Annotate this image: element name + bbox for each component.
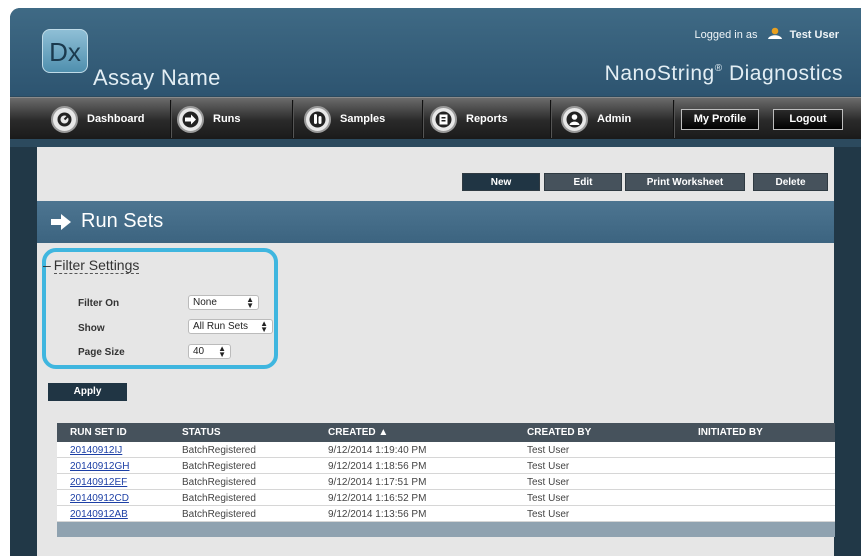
nav-divider bbox=[292, 100, 293, 138]
run-set-id-link[interactable]: 20140912AB bbox=[70, 509, 128, 520]
created-cell: 9/12/2014 1:16:52 PM bbox=[328, 493, 427, 504]
status-cell: BatchRegistered bbox=[182, 445, 256, 456]
created-cell: 9/12/2014 1:13:56 PM bbox=[328, 509, 427, 520]
collapse-icon: – bbox=[43, 257, 51, 273]
select-arrows-icon: ▲ ▼ bbox=[218, 344, 226, 359]
app-header: Dx Assay Name Logged in as Test User Nan… bbox=[10, 8, 861, 96]
show-select[interactable]: All Run Sets ▲ ▼ bbox=[188, 319, 273, 334]
table-row: 20140912IJ BatchRegistered 9/12/2014 1:1… bbox=[57, 442, 835, 458]
filter-on-select[interactable]: None ▲ ▼ bbox=[188, 295, 259, 310]
table-row: 20140912GH BatchRegistered 9/12/2014 1:1… bbox=[57, 458, 835, 474]
user-icon bbox=[767, 27, 783, 39]
created-cell: 9/12/2014 1:17:51 PM bbox=[328, 477, 427, 488]
status-cell: BatchRegistered bbox=[182, 461, 256, 472]
table-row: 20140912EF BatchRegistered 9/12/2014 1:1… bbox=[57, 474, 835, 490]
page-size-select[interactable]: 40 ▲ ▼ bbox=[188, 344, 231, 359]
nav-reports-label: Reports bbox=[466, 113, 508, 125]
nav-admin-label: Admin bbox=[597, 113, 632, 125]
main-nav: Dashboard Runs Samples Reports Admin My … bbox=[10, 97, 861, 139]
my-profile-button[interactable]: My Profile bbox=[681, 109, 759, 130]
app-window: Dx Assay Name Logged in as Test User Nan… bbox=[10, 8, 861, 556]
status-cell: BatchRegistered bbox=[182, 509, 256, 520]
right-margin bbox=[834, 147, 861, 556]
delete-button[interactable]: Delete bbox=[753, 173, 828, 191]
table-row: 20140912AB BatchRegistered 9/12/2014 1:1… bbox=[57, 506, 835, 522]
show-label: Show bbox=[78, 323, 105, 334]
dashboard-icon bbox=[51, 105, 78, 133]
status-cell: BatchRegistered bbox=[182, 493, 256, 504]
logged-in-label: Logged in as bbox=[694, 29, 758, 41]
nav-samples[interactable]: Samples bbox=[304, 105, 385, 133]
column-header-run-set-id[interactable]: RUN SET ID bbox=[70, 427, 127, 438]
main-content: New Edit Print Worksheet Delete Run Sets… bbox=[37, 147, 835, 556]
table-header: RUN SET ID STATUS CREATED ▲ CREATED BY I… bbox=[57, 423, 835, 442]
nav-samples-label: Samples bbox=[340, 113, 386, 125]
column-header-created[interactable]: CREATED ▲ bbox=[328, 427, 388, 438]
apply-button[interactable]: Apply bbox=[48, 383, 127, 401]
nav-divider bbox=[550, 100, 551, 138]
run-set-id-link[interactable]: 20140912IJ bbox=[70, 445, 122, 456]
print-worksheet-button[interactable]: Print Worksheet bbox=[625, 173, 745, 191]
column-header-status[interactable]: STATUS bbox=[182, 427, 221, 438]
nav-runs[interactable]: Runs bbox=[177, 105, 241, 133]
nav-dashboard-label: Dashboard bbox=[87, 113, 145, 125]
edit-button[interactable]: Edit bbox=[544, 173, 622, 191]
filter-settings-toggle[interactable]: – Filter Settings bbox=[43, 257, 140, 274]
run-set-id-link[interactable]: 20140912CD bbox=[70, 493, 129, 504]
nav-dashboard[interactable]: Dashboard bbox=[51, 105, 144, 133]
assay-name: Assay Name bbox=[93, 65, 221, 90]
left-margin bbox=[10, 147, 37, 556]
filter-settings-label: Filter Settings bbox=[53, 257, 140, 274]
created-by-cell: Test User bbox=[527, 493, 570, 504]
column-header-created-by[interactable]: CREATED BY bbox=[527, 427, 591, 438]
nav-divider bbox=[673, 100, 674, 138]
table-footer bbox=[57, 522, 835, 537]
created-cell: 9/12/2014 1:18:56 PM bbox=[328, 461, 427, 472]
admin-user-icon bbox=[561, 105, 588, 133]
filter-on-label: Filter On bbox=[78, 298, 120, 309]
created-by-cell: Test User bbox=[527, 461, 570, 472]
select-arrows-icon: ▲ ▼ bbox=[246, 295, 254, 310]
current-user-name[interactable]: Test User bbox=[790, 29, 839, 41]
logout-button[interactable]: Logout bbox=[773, 109, 843, 130]
created-cell: 9/12/2014 1:19:40 PM bbox=[328, 445, 427, 456]
dx-logo: Dx bbox=[42, 29, 88, 73]
sample-tubes-icon bbox=[304, 105, 331, 133]
page-title: Run Sets bbox=[81, 210, 164, 232]
page-size-label: Page Size bbox=[78, 347, 125, 358]
nav-reports[interactable]: Reports bbox=[430, 105, 508, 133]
brand-logo: NanoString® Diagnostics bbox=[604, 62, 843, 85]
column-header-initiated-by[interactable]: INITIATED BY bbox=[698, 427, 763, 438]
select-arrows-icon: ▲ ▼ bbox=[260, 319, 268, 334]
nav-admin[interactable]: Admin bbox=[561, 105, 631, 133]
run-sets-table: RUN SET ID STATUS CREATED ▲ CREATED BY I… bbox=[57, 423, 835, 537]
report-icon bbox=[430, 105, 457, 133]
created-by-cell: Test User bbox=[527, 509, 570, 520]
run-set-id-link[interactable]: 20140912EF bbox=[70, 477, 127, 488]
nav-divider bbox=[170, 100, 171, 138]
nav-runs-label: Runs bbox=[213, 113, 241, 125]
login-status: Logged in as Test User bbox=[695, 27, 839, 41]
new-button[interactable]: New bbox=[462, 173, 540, 191]
created-by-cell: Test User bbox=[527, 445, 570, 456]
page-title-bar: Run Sets bbox=[37, 201, 834, 243]
status-cell: BatchRegistered bbox=[182, 477, 256, 488]
arrow-right-icon bbox=[177, 105, 204, 133]
table-row: 20140912CD BatchRegistered 9/12/2014 1:1… bbox=[57, 490, 835, 506]
created-by-cell: Test User bbox=[527, 477, 570, 488]
arrow-right-icon bbox=[51, 214, 71, 235]
nav-divider bbox=[422, 100, 423, 138]
run-set-id-link[interactable]: 20140912GH bbox=[70, 461, 130, 472]
